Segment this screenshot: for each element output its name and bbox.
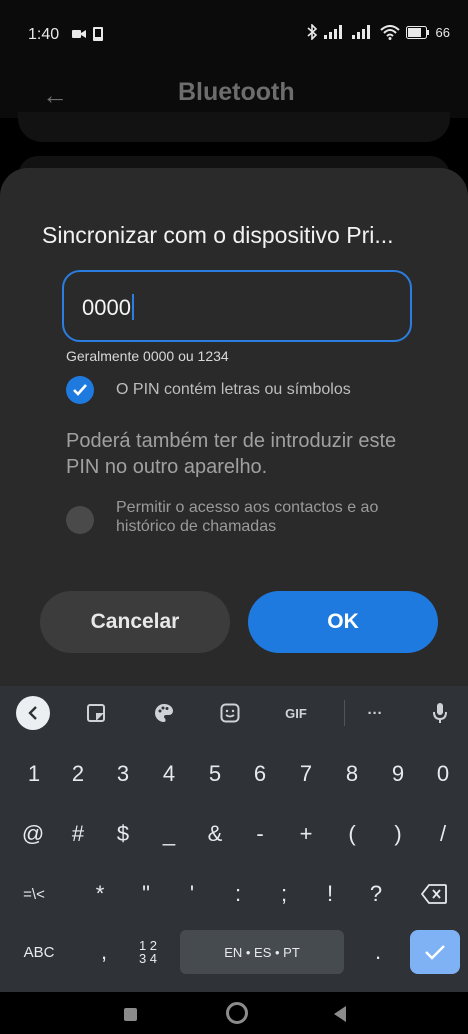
key-hash[interactable]: # bbox=[64, 812, 92, 856]
key-exclamation[interactable]: ! bbox=[316, 872, 344, 916]
tablet-icon bbox=[93, 27, 103, 41]
key-more-symbols[interactable]: =\< bbox=[12, 872, 56, 916]
status-bar: 1:40 66 bbox=[0, 0, 468, 64]
app-header: ← Bluetooth bbox=[0, 64, 468, 118]
more-options-icon[interactable]: ··· bbox=[360, 699, 390, 727]
status-time: 1:40 bbox=[28, 26, 60, 43]
keyboard: GIF ··· 1 2 3 4 5 6 7 8 9 0 @ # $ _ & - … bbox=[0, 686, 468, 992]
pairing-dialog: Sincronizar com o dispositivo Pri... 000… bbox=[0, 168, 468, 686]
key-numpad[interactable]: 1 2 3 4 bbox=[128, 930, 168, 974]
key-plus[interactable]: + bbox=[292, 812, 320, 856]
key-at[interactable]: @ bbox=[18, 812, 48, 856]
pin-text: 0000 bbox=[82, 295, 131, 320]
palette-icon[interactable] bbox=[150, 699, 178, 727]
key-close-paren[interactable]: ) bbox=[384, 812, 412, 856]
back-arrow-icon[interactable]: ← bbox=[42, 80, 68, 111]
dialog-title: Sincronizar com o dispositivo Pri... bbox=[42, 222, 394, 248]
text-caret bbox=[131, 294, 134, 320]
key-1[interactable]: 1 bbox=[20, 752, 48, 796]
signal-icon-2 bbox=[351, 25, 370, 39]
key-6[interactable]: 6 bbox=[246, 752, 274, 796]
info-text: Poderá também ter de introduzir este PIN… bbox=[66, 430, 397, 478]
key-4[interactable]: 4 bbox=[155, 752, 183, 796]
key-3[interactable]: 3 bbox=[109, 752, 137, 796]
key-semicolon[interactable]: ; bbox=[270, 872, 298, 916]
wifi-icon bbox=[379, 24, 400, 40]
key-question[interactable]: ? bbox=[362, 872, 390, 916]
key-comma[interactable]: , bbox=[92, 930, 116, 974]
key-dollar[interactable]: $ bbox=[109, 812, 137, 856]
video-camera-icon bbox=[72, 30, 86, 38]
key-2[interactable]: 2 bbox=[64, 752, 92, 796]
navigation-bar bbox=[0, 992, 468, 1034]
space-bar[interactable]: EN • ES • PT bbox=[180, 930, 344, 974]
keyboard-row-symbols: @ # $ _ & - + ( ) / bbox=[0, 812, 468, 864]
app-title: Bluetooth bbox=[178, 78, 295, 106]
enter-check-icon[interactable] bbox=[410, 930, 460, 974]
bluetooth-icon bbox=[307, 24, 317, 40]
battery-percent: 66 bbox=[435, 24, 450, 40]
gif-button[interactable]: GIF bbox=[276, 699, 316, 727]
pin-letters-option[interactable]: O PIN contém letras ou símbolos bbox=[66, 376, 351, 404]
keyboard-row-bottom: ABC , 1 2 3 4 EN • ES • PT . bbox=[0, 930, 468, 982]
notification-icons bbox=[72, 27, 104, 41]
key-7[interactable]: 7 bbox=[292, 752, 320, 796]
key-single-quote[interactable]: ' bbox=[178, 872, 206, 916]
toolbar-divider bbox=[344, 700, 345, 726]
keyboard-row-punctuation: =\< * " ' : ; ! ? bbox=[0, 872, 468, 924]
microphone-icon[interactable] bbox=[428, 699, 452, 727]
key-8[interactable]: 8 bbox=[338, 752, 366, 796]
back-icon[interactable] bbox=[334, 1006, 346, 1022]
ok-button[interactable]: OK bbox=[248, 591, 438, 653]
signal-icon bbox=[323, 25, 342, 39]
key-asterisk[interactable]: * bbox=[86, 872, 114, 916]
key-double-quote[interactable]: " bbox=[132, 872, 160, 916]
key-9[interactable]: 9 bbox=[384, 752, 412, 796]
numpad-bottom-label: 3 4 bbox=[138, 951, 158, 966]
checkbox-unchecked-icon[interactable] bbox=[66, 506, 94, 534]
key-open-paren[interactable]: ( bbox=[338, 812, 366, 856]
backspace-icon[interactable] bbox=[414, 872, 454, 916]
keyboard-toolbar: GIF ··· bbox=[0, 686, 468, 740]
key-period[interactable]: . bbox=[366, 930, 390, 974]
key-5[interactable]: 5 bbox=[201, 752, 229, 796]
key-abc[interactable]: ABC bbox=[14, 930, 64, 974]
checkbox-checked-icon[interactable] bbox=[66, 376, 94, 404]
contacts-access-label: Permitir o acesso aos contactos e ao his… bbox=[116, 499, 379, 535]
key-slash[interactable]: / bbox=[429, 812, 457, 856]
status-right: 66 bbox=[307, 24, 450, 40]
key-underscore[interactable]: _ bbox=[155, 812, 183, 856]
background-card bbox=[18, 112, 450, 142]
keyboard-row-digits: 1 2 3 4 5 6 7 8 9 0 bbox=[0, 752, 468, 804]
sticker-icon[interactable] bbox=[82, 699, 110, 727]
home-icon[interactable] bbox=[226, 1002, 248, 1024]
emoji-icon[interactable] bbox=[216, 699, 244, 727]
key-0[interactable]: 0 bbox=[429, 752, 457, 796]
chevron-left-icon[interactable] bbox=[16, 696, 50, 730]
key-ampersand[interactable]: & bbox=[201, 812, 229, 856]
pin-input-value: 0000 bbox=[82, 294, 134, 321]
key-minus[interactable]: - bbox=[246, 812, 274, 856]
pin-hint: Geralmente 0000 ou 1234 bbox=[66, 348, 229, 364]
pin-letters-label: O PIN contém letras ou símbolos bbox=[116, 381, 351, 398]
recent-apps-icon[interactable] bbox=[124, 1008, 137, 1021]
battery-icon bbox=[405, 25, 429, 39]
key-colon[interactable]: : bbox=[224, 872, 252, 916]
pin-input[interactable]: 0000 bbox=[62, 270, 412, 342]
contacts-access-option[interactable]: Permitir o acesso aos contactos e ao his… bbox=[66, 498, 416, 536]
cancel-button[interactable]: Cancelar bbox=[40, 591, 230, 653]
